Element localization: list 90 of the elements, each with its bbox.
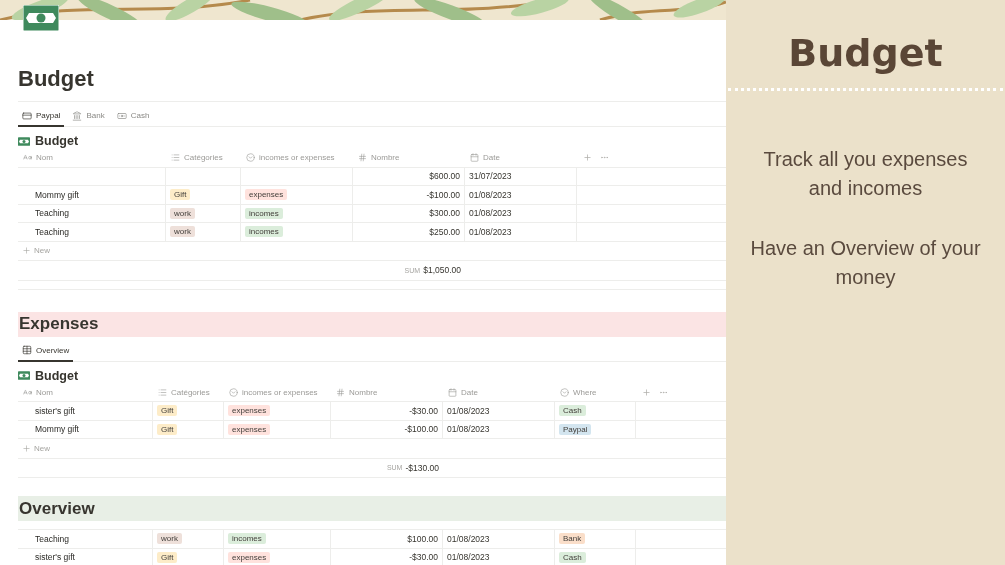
amount: -$30.00 [409, 405, 438, 416]
select-icon [246, 153, 255, 163]
tag: work [170, 207, 195, 219]
tag: Cash [559, 405, 586, 417]
date: 01/08/2023 [469, 226, 512, 237]
plus-icon [22, 443, 31, 453]
tag: Gift [157, 405, 178, 417]
date: 01/08/2023 [447, 533, 490, 544]
tag: expenses [245, 189, 288, 201]
select-icon [560, 387, 569, 397]
page-title: Budget [18, 65, 94, 93]
column-header[interactable]: Nom [23, 153, 53, 163]
money-icon [18, 371, 30, 380]
tag: incomes [245, 226, 283, 238]
row-name: sister's gift [34, 552, 75, 563]
tag: incomes [245, 207, 283, 219]
list-icon [171, 153, 180, 163]
view-tab[interactable]: Cash [112, 106, 154, 127]
date: 01/08/2023 [447, 552, 490, 563]
calendar-icon [448, 387, 457, 397]
date: 31/07/2023 [469, 171, 512, 182]
tag: incomes [228, 533, 266, 545]
select-icon [229, 387, 238, 397]
column-header[interactable]: incomes or expenses [229, 387, 318, 397]
card-icon [22, 110, 32, 121]
row-name: Teaching [34, 533, 70, 544]
tag: expenses [228, 405, 271, 417]
column-header[interactable]: Date [448, 387, 478, 397]
date: 01/08/2023 [447, 424, 490, 435]
new-row-button[interactable]: New [18, 439, 726, 459]
row-name: Teaching [34, 226, 70, 237]
money-icon [23, 5, 59, 31]
view-tab[interactable]: Paypal [18, 106, 65, 127]
date: 01/08/2023 [447, 405, 490, 416]
amount: $600.00 [429, 171, 460, 182]
database-title: Budget [35, 134, 79, 148]
view-tab[interactable]: Bank [68, 106, 109, 127]
cash-icon [116, 110, 127, 121]
column-header[interactable]: Date [470, 153, 500, 163]
add-column-icon[interactable] [583, 153, 592, 163]
row-name: sister's gift [34, 405, 75, 416]
plus-icon [22, 246, 31, 256]
amount: -$30.00 [409, 552, 438, 563]
view-tab[interactable]: Overview [18, 340, 74, 362]
text-type-icon [23, 387, 32, 397]
amount: $300.00 [429, 208, 460, 219]
column-header[interactable]: incomes or expenses [246, 153, 335, 163]
section-heading: Expenses [18, 314, 99, 334]
hash-icon [358, 153, 367, 163]
database-title: Budget [35, 368, 79, 383]
text-type-icon [23, 153, 32, 163]
tag: expenses [228, 551, 271, 563]
aside-title: Budget [788, 30, 943, 76]
column-header[interactable]: Nom [23, 387, 53, 397]
add-column-icon[interactable] [642, 387, 651, 397]
amount: $250.00 [429, 226, 460, 237]
sum-value: $1,050.00 [423, 265, 461, 276]
tag: Paypal [559, 423, 592, 435]
date: 01/08/2023 [469, 208, 512, 219]
amount: -$100.00 [404, 424, 438, 435]
row-name: Teaching [34, 208, 70, 219]
column-header[interactable]: Catégories [158, 387, 210, 397]
date: 01/08/2023 [469, 189, 512, 200]
column-header[interactable]: Catégories [171, 153, 223, 163]
new-row-button[interactable]: New [18, 241, 726, 261]
row-name: Mommy gift [34, 424, 79, 435]
column-header[interactable]: Nombre [358, 153, 400, 163]
sum-value: -$130.00 [405, 462, 439, 473]
row-name: Mommy gift [34, 189, 79, 200]
tag: work [157, 533, 182, 545]
tag: expenses [228, 423, 271, 435]
tag: Cash [559, 551, 586, 563]
tag: Bank [559, 533, 586, 545]
hash-icon [336, 387, 345, 397]
column-header[interactable]: Nombre [336, 387, 378, 397]
calendar-icon [470, 153, 479, 163]
table-icon [22, 345, 32, 355]
money-icon [18, 136, 30, 146]
aside-text: Track all you expenses and incomes [762, 147, 969, 201]
bank-icon [72, 110, 83, 121]
section-heading: Overview [18, 498, 95, 519]
tag: work [170, 226, 195, 238]
list-icon [158, 387, 167, 397]
column-header[interactable]: Where [560, 387, 597, 397]
amount: -$100.00 [426, 189, 460, 200]
aside-text: Have an Overview of your money [749, 236, 982, 290]
tag: Gift [157, 551, 178, 563]
amount: $100.00 [407, 533, 438, 544]
tag: Gift [170, 189, 191, 201]
tag: Gift [157, 423, 178, 435]
